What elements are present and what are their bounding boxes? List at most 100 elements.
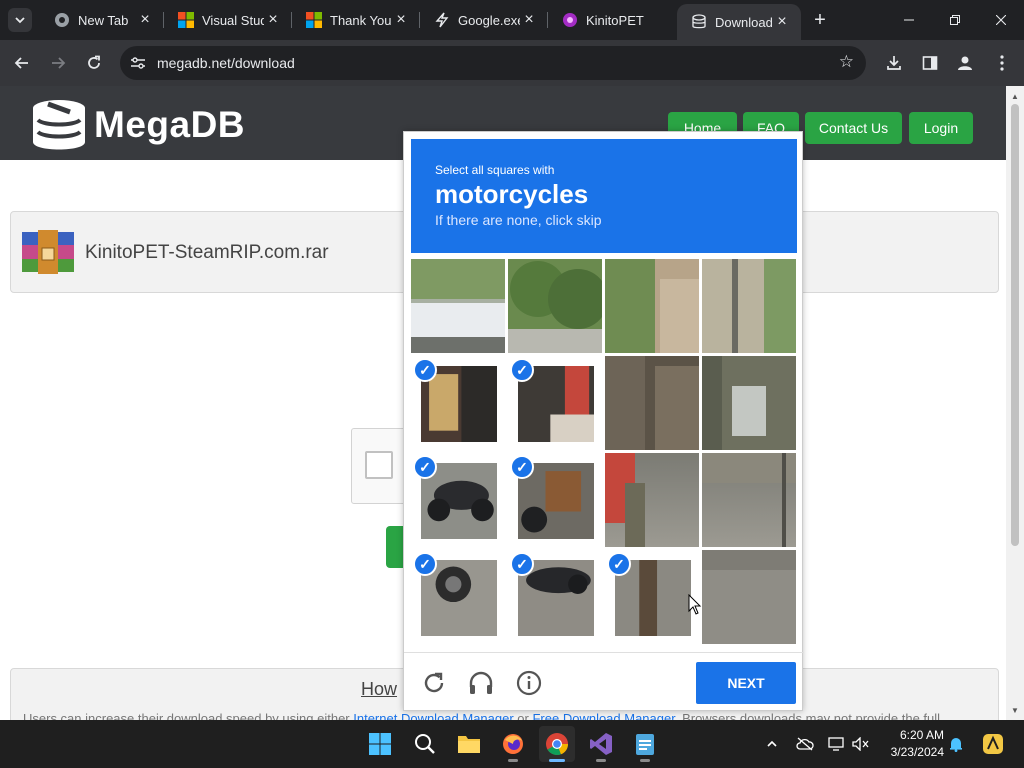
tab-title: Google.exe: [458, 12, 520, 28]
challenge-tile-selected[interactable]: ✓: [605, 550, 699, 644]
profile-button[interactable]: [950, 48, 980, 78]
challenge-skip-hint: If there are none, click skip: [435, 212, 602, 228]
scroll-down-icon[interactable]: ▼: [1009, 704, 1021, 716]
headphones-icon: [469, 671, 493, 694]
tab-title: Thank You: [330, 12, 392, 28]
challenge-tile[interactable]: [605, 259, 699, 353]
cloud-offline-icon[interactable]: [795, 734, 815, 754]
copilot-icon[interactable]: [980, 731, 1006, 757]
file-explorer-button[interactable]: [451, 726, 487, 762]
close-icon[interactable]: ×: [773, 13, 791, 31]
idm-link[interactable]: Internet Download Manager: [353, 711, 513, 720]
visual-studio-icon: [590, 733, 612, 755]
chevron-up-icon[interactable]: [762, 734, 782, 754]
site-settings-icon[interactable]: [128, 53, 148, 73]
bookmark-star-icon[interactable]: ☆: [839, 52, 854, 72]
firefox-button[interactable]: [495, 726, 531, 762]
challenge-tile-selected[interactable]: ✓: [508, 453, 602, 547]
downloads-button[interactable]: [879, 48, 909, 78]
notepad-button[interactable]: [627, 726, 663, 762]
challenge-tile[interactable]: [702, 550, 796, 644]
tab-title: Download: [715, 14, 773, 30]
close-icon[interactable]: ×: [136, 11, 154, 29]
tab-download[interactable]: Download ×: [677, 4, 801, 40]
challenge-header: Select all squares with motorcycles If t…: [411, 139, 797, 253]
close-icon[interactable]: ×: [264, 11, 282, 29]
address-bar[interactable]: megadb.net/download ☆: [120, 46, 866, 80]
checkmark-icon: ✓: [413, 455, 437, 479]
windows-logo-icon: [369, 733, 391, 755]
challenge-tile-selected[interactable]: ✓: [411, 453, 505, 547]
chevron-down-icon: [15, 17, 25, 24]
visual-studio-button[interactable]: [583, 726, 619, 762]
challenge-tile[interactable]: [702, 356, 796, 450]
reload-challenge-button[interactable]: [419, 668, 449, 698]
taskbar-clock[interactable]: 6:20 AM 3/23/2024: [880, 727, 944, 761]
speaker-muted-icon[interactable]: [851, 734, 871, 754]
audio-challenge-button[interactable]: [466, 668, 496, 698]
tab-thank-you[interactable]: Thank You ×: [292, 0, 420, 40]
challenge-grid: ✓ ✓ ✓ ✓ ✓ ✓ ✓: [411, 259, 797, 645]
checkmark-icon: ✓: [510, 455, 534, 479]
tab-search-button[interactable]: [8, 8, 32, 32]
clock-time: 6:20 AM: [899, 728, 944, 742]
folder-icon: [458, 736, 480, 753]
chrome-button[interactable]: [539, 726, 575, 762]
challenge-tile[interactable]: [605, 453, 699, 547]
nav-contact-button[interactable]: Contact Us: [805, 112, 902, 144]
challenge-tile[interactable]: [508, 259, 602, 353]
recaptcha-checkbox[interactable]: [365, 451, 393, 479]
info-button[interactable]: [514, 668, 544, 698]
tab-google-exe[interactable]: Google.exe ×: [420, 0, 548, 40]
tile-image: [508, 259, 602, 353]
reload-icon: [88, 55, 100, 69]
side-panel-icon: [922, 56, 938, 70]
tab-new-tab[interactable]: New Tab ×: [40, 0, 164, 40]
back-button[interactable]: [7, 48, 37, 78]
menu-button[interactable]: [987, 48, 1017, 78]
challenge-tile[interactable]: [702, 259, 796, 353]
close-icon[interactable]: ×: [520, 11, 538, 29]
taskbar-search-button[interactable]: [407, 726, 443, 762]
challenge-tile[interactable]: [411, 259, 505, 353]
page-scrollbar[interactable]: ▲ ▼: [1006, 86, 1024, 720]
forward-button[interactable]: [43, 48, 73, 78]
restore-button[interactable]: [932, 0, 978, 40]
challenge-tile-selected[interactable]: ✓: [508, 356, 602, 450]
firefox-icon: [503, 734, 523, 754]
arrow-left-icon: [14, 57, 28, 69]
database-icon: [691, 14, 707, 30]
challenge-tile[interactable]: [702, 453, 796, 547]
site-logo[interactable]: MegaDB: [30, 100, 245, 150]
chrome-icon: [546, 733, 569, 756]
notification-bell-icon[interactable]: [946, 734, 966, 754]
display-icon[interactable]: [826, 734, 846, 754]
download-icon: [887, 56, 901, 70]
tab-visual-studio[interactable]: Visual Studio ×: [164, 0, 292, 40]
challenge-target: motorcycles: [435, 179, 589, 209]
browser-toolbar: megadb.net/download ☆: [0, 40, 1024, 86]
close-icon[interactable]: ×: [392, 11, 410, 29]
chrome-icon: [54, 12, 70, 28]
minimize-button[interactable]: [886, 0, 932, 40]
start-button[interactable]: [362, 726, 398, 762]
tile-image: [702, 356, 796, 450]
tab-strip: New Tab × Visual Studio × Thank You × Go…: [0, 0, 1024, 40]
new-tab-button[interactable]: +: [808, 8, 832, 32]
challenge-tile-selected[interactable]: ✓: [508, 550, 602, 644]
tab-kinitopet[interactable]: KinitoPET: [548, 0, 676, 40]
close-window-button[interactable]: [978, 0, 1024, 40]
close-icon: [996, 15, 1006, 25]
nav-login-button[interactable]: Login: [909, 112, 973, 144]
arrow-right-icon: [52, 57, 66, 69]
tile-image: [411, 259, 505, 353]
next-button[interactable]: NEXT: [696, 662, 796, 704]
scroll-up-icon[interactable]: ▲: [1009, 90, 1021, 102]
challenge-tile[interactable]: [605, 356, 699, 450]
scroll-thumb[interactable]: [1011, 104, 1019, 546]
reload-button[interactable]: [79, 48, 109, 78]
challenge-tile-selected[interactable]: ✓: [411, 356, 505, 450]
side-panel-button[interactable]: [915, 48, 945, 78]
fdm-link[interactable]: Free Download Manager: [532, 711, 674, 720]
challenge-tile-selected[interactable]: ✓: [411, 550, 505, 644]
